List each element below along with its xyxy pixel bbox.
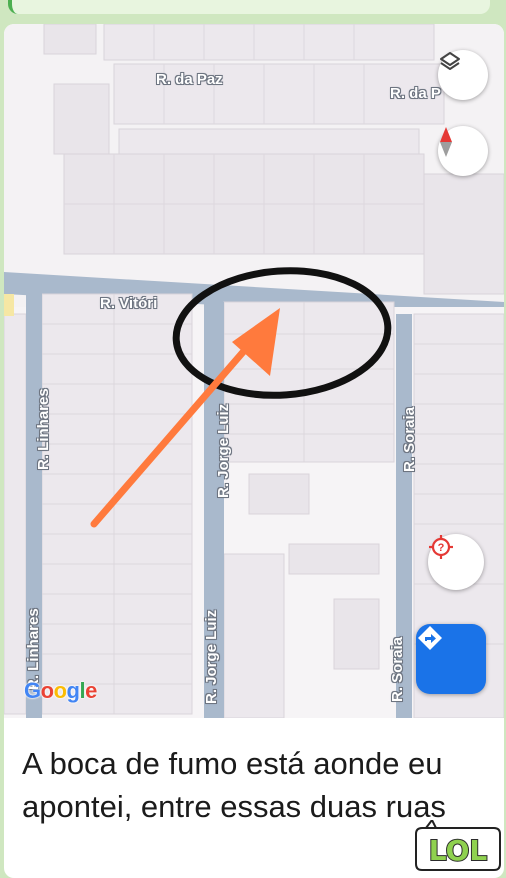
my-location-button[interactable]: ? xyxy=(428,534,484,590)
street-label-soraia-lower: R. Soraia xyxy=(389,636,406,702)
svg-text:?: ? xyxy=(438,542,445,554)
google-logo-letter: o xyxy=(40,678,54,703)
street-label-da-paz-right: R. da P xyxy=(390,85,441,102)
message-card[interactable]: R. da Paz R. da P R. Vitóri R. Linhares … xyxy=(4,24,504,878)
lol-sticker[interactable]: LOL xyxy=(412,818,504,874)
layers-icon xyxy=(440,52,460,70)
map-canvas xyxy=(4,24,504,718)
compass-button[interactable] xyxy=(438,126,488,176)
google-logo-letter: g xyxy=(66,678,80,703)
street-label-da-paz: R. da Paz xyxy=(156,71,223,88)
layers-button[interactable] xyxy=(438,50,488,100)
google-logo-letter: o xyxy=(53,678,67,703)
google-attribution-logo: Google xyxy=(24,678,97,704)
message-caption: A boca de fumo está aonde eu apontei, en… xyxy=(22,746,446,824)
street-label-linhares: R. Linhares xyxy=(35,388,52,470)
compass-icon xyxy=(440,127,452,157)
my-location-icon: ? xyxy=(429,535,453,559)
street-label-jorge-luiz: R. Jorge Luiz xyxy=(215,403,232,498)
directions-button[interactable] xyxy=(416,624,486,694)
google-logo-letter: e xyxy=(85,678,97,703)
previous-message-bubble[interactable] xyxy=(8,0,490,14)
street-label-vitoria: R. Vitóri xyxy=(100,295,158,312)
directions-icon xyxy=(418,626,442,650)
lol-sticker-graphic: LOL xyxy=(415,818,501,871)
previous-message-strip xyxy=(0,0,506,22)
street-label-jorge-luiz-lower: R. Jorge Luiz xyxy=(203,609,220,704)
map-image[interactable]: R. da Paz R. da P R. Vitóri R. Linhares … xyxy=(4,24,504,718)
street-label-soraia: R. Soraia xyxy=(401,406,418,472)
google-logo-letter: G xyxy=(24,678,41,703)
lol-sticker-text: LOL xyxy=(429,834,488,867)
